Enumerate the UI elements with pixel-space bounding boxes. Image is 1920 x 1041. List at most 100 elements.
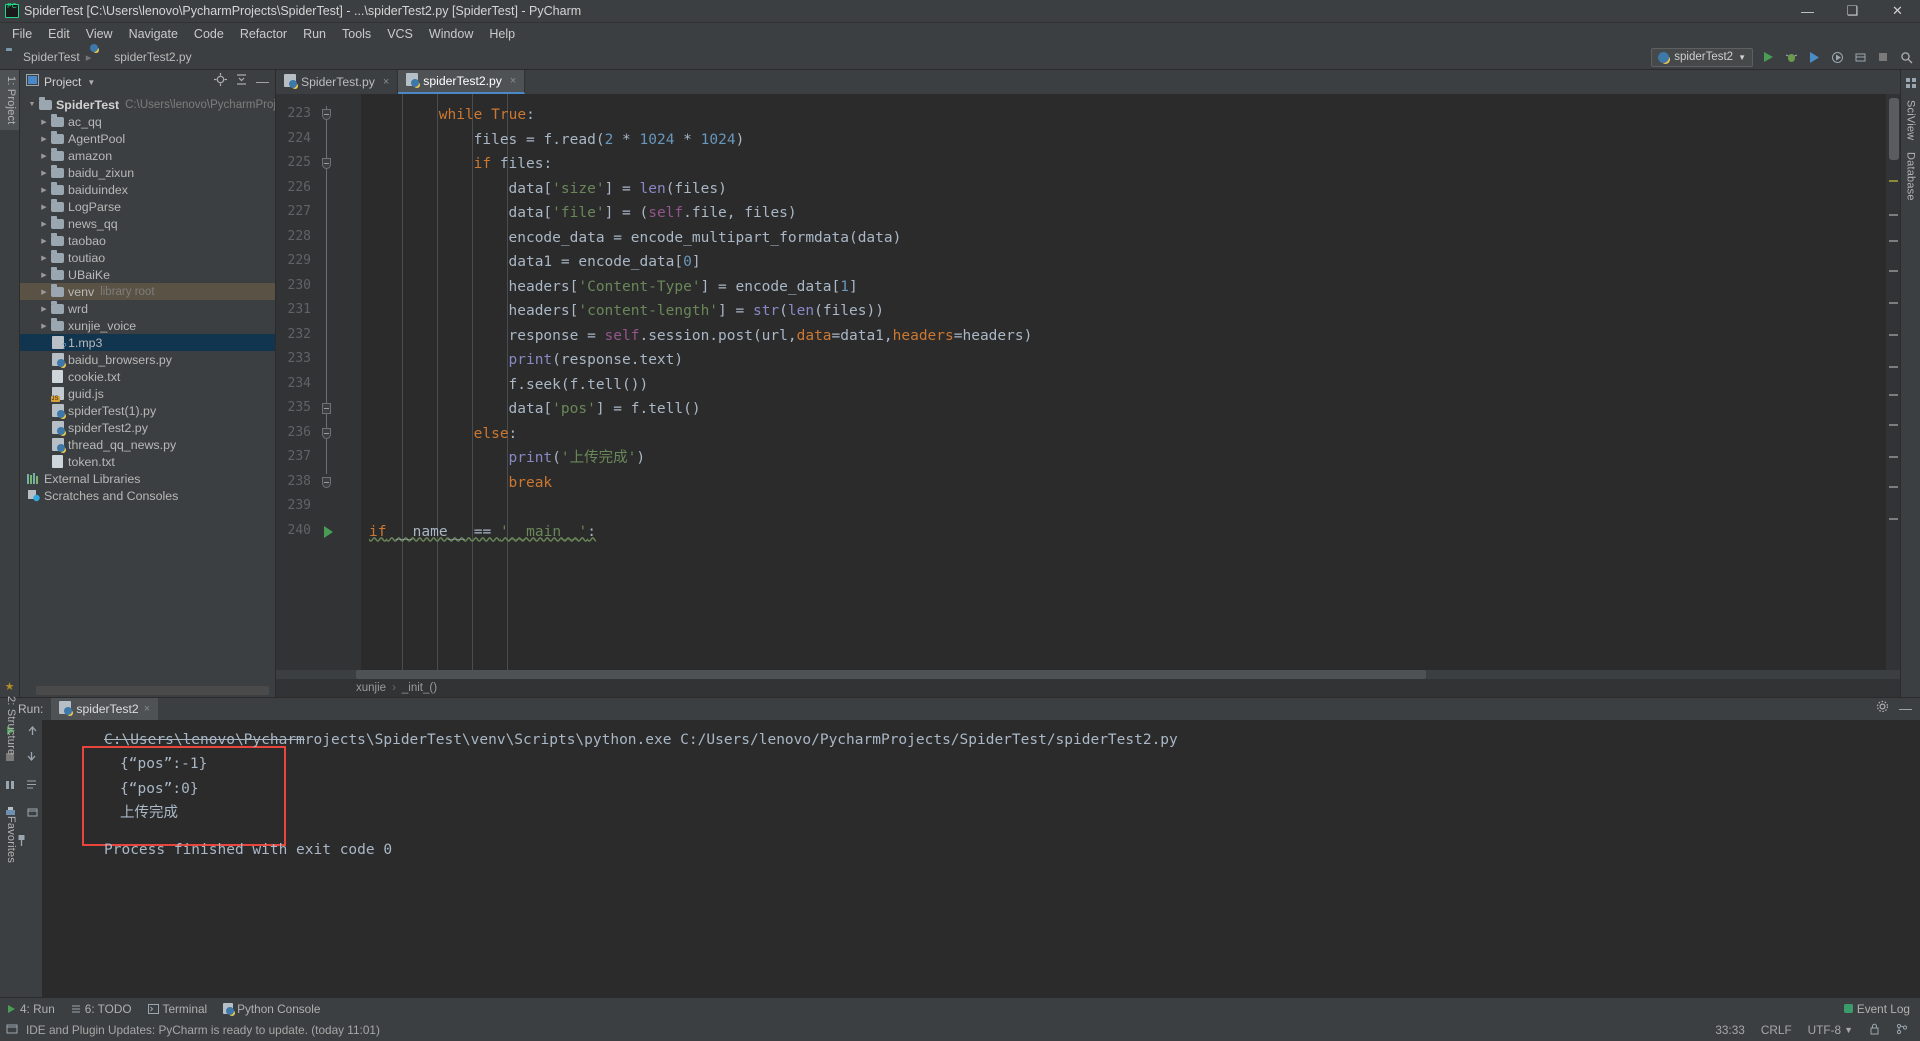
tree-row[interactable]: token.txt (20, 453, 275, 470)
soft-wrap-icon[interactable] (25, 778, 38, 796)
sidebar-item-sciview[interactable]: SciView (1903, 94, 1919, 146)
event-log-button[interactable]: Event Log (1843, 1002, 1910, 1016)
change-marker[interactable] (1889, 366, 1898, 368)
tree-row[interactable]: ▶ baiduindex (20, 181, 275, 198)
tree-row[interactable]: thread_qq_news.py (20, 436, 275, 453)
tree-row[interactable]: ▶ AgentPool (20, 130, 275, 147)
expand-arrow-icon[interactable]: ▶ (38, 220, 50, 228)
code-line[interactable]: else: (474, 425, 518, 443)
code-line[interactable]: data['size'] = len(files) (509, 180, 727, 198)
code-line[interactable]: if __name__ == '__main__': (369, 523, 596, 541)
tree-row[interactable]: ▶ UBaiKe (20, 266, 275, 283)
code-line[interactable]: headers['Content-Type'] = encode_data[1] (509, 278, 858, 296)
tree-row-root[interactable]: ▼ SpiderTest C:\Users\lenovo\PycharmProjec… (20, 96, 275, 113)
collapse-all-icon[interactable] (235, 73, 248, 91)
minimize-icon[interactable]: — (1899, 702, 1912, 715)
tree-row[interactable]: ▶ baidu_zixun (20, 164, 275, 181)
lock-icon[interactable] (1869, 1023, 1880, 1038)
tree-row[interactable]: ▶ ac_qq (20, 113, 275, 130)
change-marker[interactable] (1889, 214, 1898, 216)
status-tab-terminal[interactable]: Terminal (147, 1002, 207, 1016)
grid-icon[interactable] (1905, 76, 1917, 94)
locate-target-icon[interactable] (214, 73, 227, 91)
scrollbar-thumb[interactable] (356, 670, 1426, 679)
project-horizontal-scrollbar[interactable] (36, 686, 269, 695)
code-line[interactable]: data['file'] = (self.file, files) (509, 204, 797, 222)
line-separator[interactable]: CRLF (1761, 1023, 1792, 1037)
code-line[interactable]: response = self.session.post(url,data=da… (509, 327, 1033, 345)
code-fold-marker[interactable] (322, 427, 331, 439)
run-tab-spidertest2[interactable]: spiderTest2 × (51, 698, 159, 720)
code-line[interactable]: if files: (474, 155, 553, 173)
code-fold-marker[interactable] (322, 158, 331, 169)
code-line[interactable]: while True: (439, 106, 535, 124)
breadcrumb-method[interactable]: _init_() (402, 682, 437, 694)
stop-icon[interactable] (1875, 49, 1891, 65)
pause-icon[interactable] (4, 778, 16, 796)
breadcrumb-class[interactable]: xunjie (356, 682, 386, 694)
close-icon[interactable]: × (144, 703, 150, 715)
coverage-icon[interactable] (1806, 49, 1822, 65)
menu-run[interactable]: Run (295, 25, 334, 43)
tree-row[interactable]: cookie.txt (20, 368, 275, 385)
code-fold-marker[interactable] (322, 403, 331, 414)
expand-arrow-icon[interactable]: ▶ (38, 186, 50, 194)
expand-arrow-icon[interactable]: ▶ (38, 254, 50, 262)
code-line[interactable]: f.seek(f.tell()) (509, 376, 649, 394)
breadcrumb-file[interactable]: spiderTest2.py (114, 50, 191, 64)
hide-panel-icon[interactable]: — (256, 75, 269, 88)
status-tab-run[interactable]: 4: Run (6, 1002, 55, 1016)
change-marker[interactable] (1889, 486, 1898, 488)
code-line[interactable]: encode_data = encode_multipart_formdata(… (509, 229, 902, 247)
tree-row[interactable]: Scratches and Consoles (20, 487, 275, 504)
code-line[interactable]: headers['content-length'] = str(len(file… (509, 302, 884, 320)
sidebar-item-project[interactable]: 1: Project (0, 70, 19, 131)
sidebar-item-database[interactable]: Database (1903, 146, 1919, 207)
minimize-button[interactable]: — (1785, 0, 1830, 23)
editor-tab-spidertest[interactable]: SpiderTest.py × (276, 70, 399, 94)
breadcrumb-project[interactable]: SpiderTest (23, 50, 80, 64)
tree-row[interactable]: ▶ LogParse (20, 198, 275, 215)
menu-navigate[interactable]: Navigate (121, 25, 186, 43)
scroll-up-icon[interactable] (26, 724, 39, 742)
settings-gear-icon[interactable] (1876, 700, 1889, 718)
tree-row[interactable]: ▶ taobao (20, 232, 275, 249)
run-icon[interactable] (1760, 49, 1776, 65)
change-marker[interactable] (1889, 518, 1898, 520)
change-marker[interactable] (1889, 456, 1898, 458)
change-marker[interactable] (1889, 334, 1898, 336)
console-output[interactable]: C:\Users\lenovo\Pycharmrojects\SpiderTes… (42, 720, 1920, 997)
expand-arrow-icon[interactable]: ▼ (26, 101, 38, 108)
change-marker[interactable] (1889, 394, 1898, 396)
expand-arrow-icon[interactable]: ▶ (38, 203, 50, 211)
menu-help[interactable]: Help (481, 25, 523, 43)
tree-row[interactable]: spiderTest(1).py (20, 402, 275, 419)
menu-tools[interactable]: Tools (334, 25, 379, 43)
code-line[interactable]: print(response.text) (509, 351, 684, 369)
attach-icon[interactable] (1852, 49, 1868, 65)
menu-window[interactable]: Window (421, 25, 481, 43)
expand-arrow-icon[interactable]: ▶ (38, 152, 50, 160)
warning-marker[interactable] (1889, 180, 1898, 182)
chevron-down-icon[interactable]: ▼ (87, 78, 95, 87)
expand-arrow-icon[interactable]: ▶ (38, 322, 50, 330)
menu-refactor[interactable]: Refactor (232, 25, 295, 43)
search-icon[interactable] (1898, 49, 1914, 65)
code-fold-marker[interactable] (322, 476, 331, 488)
tree-row[interactable]: ▶ wrd (20, 300, 275, 317)
file-encoding[interactable]: UTF-8 ▼ (1808, 1023, 1853, 1037)
expand-arrow-icon[interactable]: ▶ (38, 271, 50, 279)
code-line[interactable]: files = f.read(2 * 1024 * 1024) (474, 131, 745, 149)
status-tab-todo[interactable]: 6: TODO (71, 1002, 132, 1016)
tree-row[interactable]: External Libraries (20, 470, 275, 487)
expand-arrow-icon[interactable]: ▶ (38, 118, 50, 126)
code-fold-marker[interactable] (322, 109, 331, 120)
tree-row[interactable]: 1.mp3 (20, 334, 275, 351)
code-line[interactable]: print('上传完成') (509, 449, 646, 467)
tree-row[interactable]: spiderTest2.py (20, 419, 275, 436)
tree-row[interactable]: ▶ xunjie_voice (20, 317, 275, 334)
menu-view[interactable]: View (78, 25, 121, 43)
menu-vcs[interactable]: VCS (379, 25, 421, 43)
editor-gutter[interactable]: 223 224 225 226 227 228 229 230 231 232 233 234 235 2… (276, 94, 361, 670)
clear-all-icon[interactable] (26, 806, 39, 824)
